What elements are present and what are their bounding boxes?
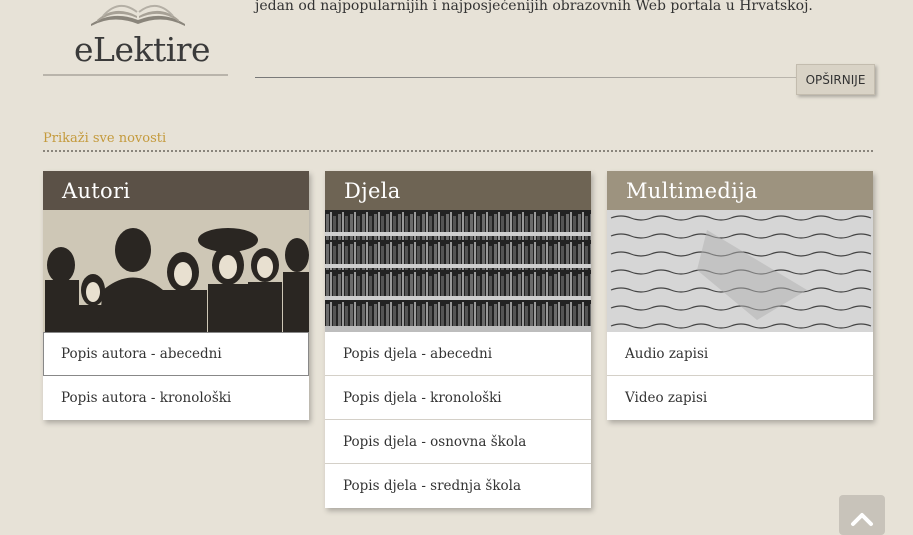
card-title: Autori [43, 171, 309, 210]
chevron-up-icon [851, 513, 873, 526]
site-logo[interactable]: eLektire [43, 0, 228, 82]
card-multimedija: Multimedija Audio zapisi Video zapisi [607, 171, 873, 420]
list-item-video[interactable]: Video zapisi [607, 376, 873, 420]
list-item-authors-alphabetical[interactable]: Popis autora - abecedni [43, 332, 309, 376]
card-title: Multimedija [607, 171, 873, 210]
list-item-authors-chronological[interactable]: Popis autora - kronološki [43, 376, 309, 420]
show-all-news-link[interactable]: Prikaži sve novosti [43, 131, 166, 146]
list-item-works-alphabetical[interactable]: Popis djela - abecedni [325, 332, 591, 376]
more-button[interactable]: OPŠIRNIJE [796, 64, 875, 95]
header-divider [255, 77, 815, 78]
logo-underline [43, 74, 228, 76]
list-item-works-primary-school[interactable]: Popis djela - osnovna škola [325, 420, 591, 464]
list-item-audio[interactable]: Audio zapisi [607, 332, 873, 376]
list-item-works-chronological[interactable]: Popis djela - kronološki [325, 376, 591, 420]
card-title: Djela [325, 171, 591, 210]
list-item-works-secondary-school[interactable]: Popis djela - srednja škola [325, 464, 591, 508]
manuscript-image [607, 210, 873, 332]
news-divider [43, 150, 873, 152]
scroll-top-button[interactable] [839, 495, 885, 535]
authors-image [43, 210, 309, 332]
card-djela: Djela Popis djela - abecedni Popis djela… [325, 171, 591, 508]
open-book-icon [91, 5, 185, 26]
books-image [325, 210, 591, 332]
card-autori: Autori Popis autora - abecedni Popis aut… [43, 171, 309, 420]
logo-text: eLektire [74, 30, 211, 69]
intro-text: jedan od najpopularnijih i najposjećenij… [255, 0, 813, 14]
